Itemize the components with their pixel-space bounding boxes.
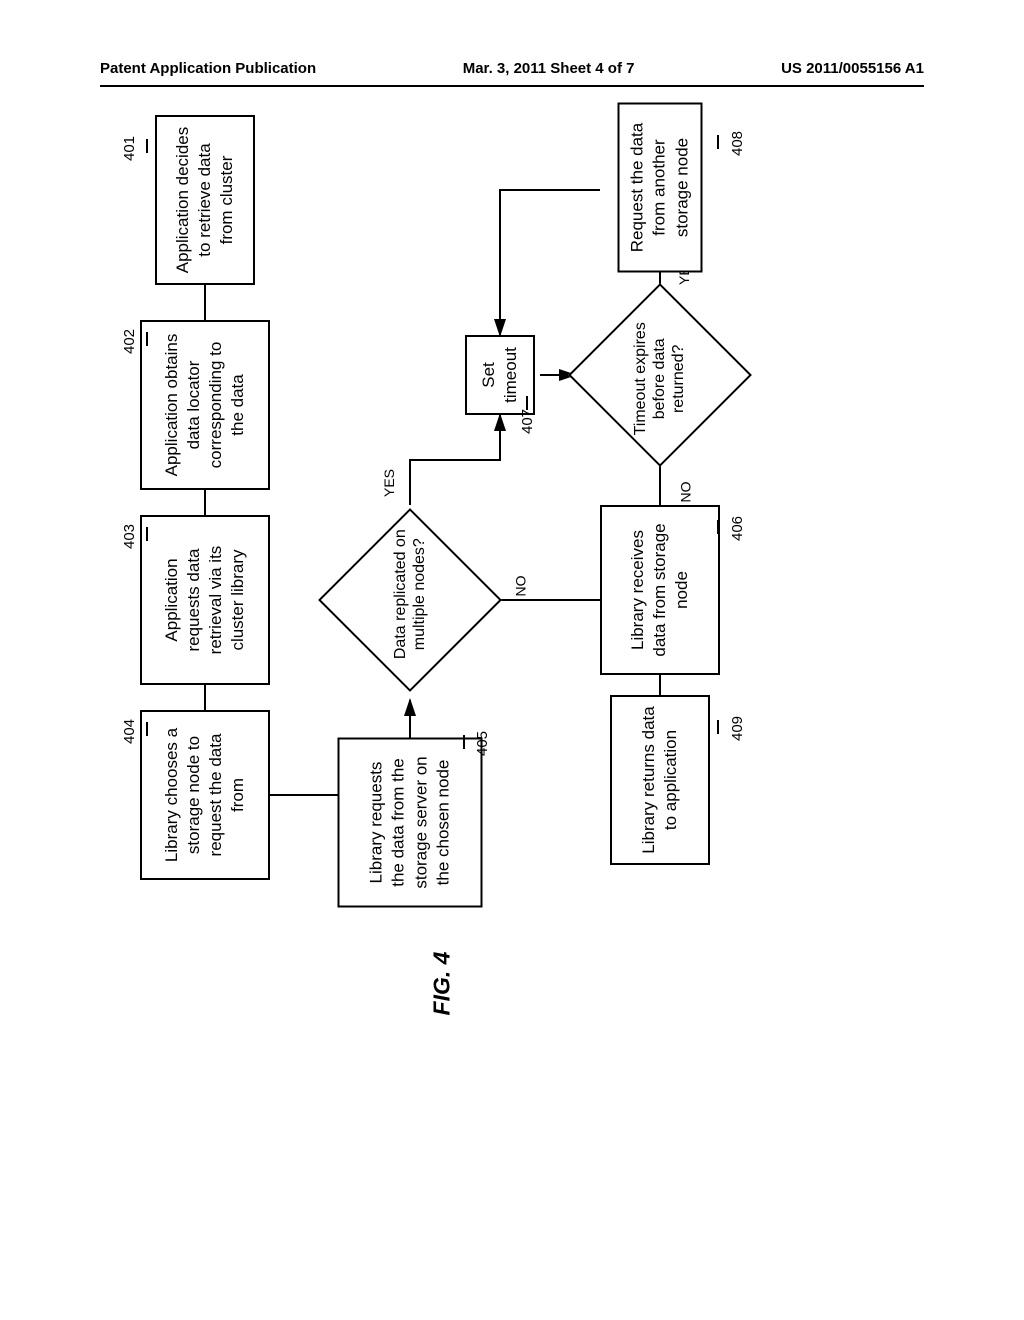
ref-409: 409 [729,716,746,741]
ref-404: 404 [121,719,138,744]
tick-402 [146,332,148,346]
tick-409 [717,720,719,734]
process-406-text: Library receives data from storage node [627,515,693,665]
process-408: Request the data from another storage no… [618,103,703,273]
process-402: Application obtains data locator corresp… [140,320,270,490]
decision-timeout-text: Timeout expires before data returned? [631,304,689,454]
figure-label: FIG. 4 [428,952,455,1016]
header-divider [100,85,924,87]
process-401: Application decides to retrieve data fro… [155,115,255,285]
ref-408: 408 [729,131,746,156]
tick-401 [146,139,148,153]
process-407-text: Set timeout [478,345,522,405]
process-409: Library returns data to application [610,695,710,865]
process-402-text: Application obtains data locator corresp… [161,330,249,480]
decision-replicated-text: Data replicated on multiple nodes? [391,519,429,669]
process-405-text: Library requests the data from the stora… [366,748,454,898]
tick-406 [717,520,719,534]
header-center: Mar. 3, 2011 Sheet 4 of 7 [463,60,635,77]
ref-405: 405 [474,731,491,756]
tick-408 [717,135,719,149]
tick-407 [526,396,528,410]
d1-no-label: NO [513,576,529,597]
ref-403: 403 [121,524,138,549]
d1-yes-label: YES [381,469,397,497]
process-404-text: Library chooses a storage node to reques… [161,720,249,870]
ref-406: 406 [729,516,746,541]
flowchart-diagram: Application decides to retrieve data fro… [100,140,924,1150]
process-408-text: Request the data from another storage no… [627,113,693,263]
d2-no-label: NO [678,482,694,503]
ref-402: 402 [121,329,138,354]
process-404: Library chooses a storage node to reques… [140,710,270,880]
ref-407: 407 [519,409,536,434]
process-403: Application requests data retrieval via … [140,515,270,685]
tick-404 [146,722,148,736]
page-header: Patent Application Publication Mar. 3, 2… [0,60,1024,77]
header-right: US 2011/0055156 A1 [781,60,924,77]
process-406: Library receives data from storage node [600,505,720,675]
tick-405 [463,735,465,749]
process-405: Library requests the data from the stora… [338,738,483,908]
ref-401: 401 [121,136,138,161]
process-401-text: Application decides to retrieve data fro… [172,125,238,275]
process-403-text: Application requests data retrieval via … [161,525,249,675]
process-409-text: Library returns data to application [638,705,682,855]
tick-403 [146,527,148,541]
header-left: Patent Application Publication [100,60,316,77]
process-407: Set timeout [465,335,535,415]
